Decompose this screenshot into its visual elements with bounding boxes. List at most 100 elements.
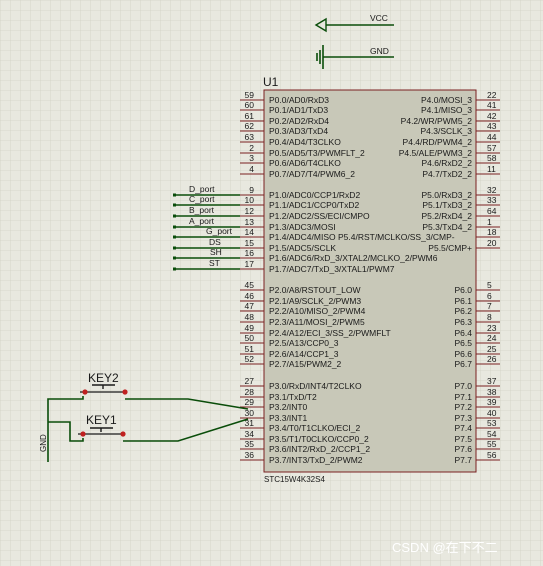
net-label-text: SH: [210, 247, 222, 257]
pin-name: P0.5/AD5/T3/PWMFLT_2: [269, 148, 365, 158]
pin-number: 29: [245, 397, 255, 407]
pin-number: 61: [245, 111, 255, 121]
pin-number: 58: [487, 153, 497, 163]
pin-name: P1.5/ADC5/SCLK: [269, 243, 336, 253]
pin-name: P1.3/ADC3/MOSI: [269, 222, 336, 232]
pin-name: P7.6: [455, 444, 473, 454]
chip-ref: U1: [263, 75, 279, 89]
pin-number: 13: [245, 217, 255, 227]
pin-name: P6.5: [455, 338, 473, 348]
gnd-label: GND: [370, 46, 389, 56]
pin-name: P0.1/AD1/TxD3: [269, 105, 328, 115]
pin-number: 23: [487, 323, 497, 333]
pin-number: 3: [249, 153, 254, 163]
pin-number: 32: [487, 185, 497, 195]
pin-name: P7.1: [455, 392, 473, 402]
pin-number: 63: [245, 132, 255, 142]
pin-number: 8: [487, 312, 492, 322]
pin-number: 36: [245, 450, 255, 460]
pin-name: P0.6/AD6/T4CLKO: [269, 158, 341, 168]
pin-number: 37: [487, 376, 497, 386]
net-label-text: DS: [209, 237, 221, 247]
pin-name: P4.6/RxD2_2: [421, 158, 472, 168]
net-terminal: [173, 225, 176, 229]
pin-number: 11: [487, 164, 496, 174]
pin-number: 44: [487, 132, 497, 142]
pin-number: 17: [245, 259, 255, 269]
net-label-text: D_port: [189, 184, 215, 194]
pin-number: 47: [245, 301, 255, 311]
pin-name: P3.0/RxD/INT4/T2CLKO: [269, 381, 362, 391]
pin-number: 28: [245, 387, 255, 397]
net-terminal: [173, 193, 176, 197]
net-label-text: G_port: [206, 226, 233, 236]
pin-name: P1.1/ADC1/CCP0/TxD2: [269, 200, 359, 210]
pin-name: P1.6/ADC6/RxD_3/XTAL2/MCLKO_2/PWM6: [269, 253, 438, 263]
pin-name: P3.3/INT1: [269, 413, 308, 423]
pin-name: P5.0/RxD3_2: [421, 190, 472, 200]
pin-name: P7.0: [455, 381, 473, 391]
pin-number: 30: [245, 408, 255, 418]
pin-name: P0.0/AD0/RxD3: [269, 95, 329, 105]
pin-name: P1.7/ADC7/TxD_3/XTAL1/PWM7: [269, 264, 395, 274]
pin-number: 52: [245, 354, 255, 364]
pin-number: 41: [487, 100, 497, 110]
net-terminal: [173, 256, 176, 260]
pin-name: P2.3/A11/MOSI_2/PWM5: [269, 317, 365, 327]
pin-number: 34: [245, 429, 255, 439]
pin-name: P4.7/TxD2_2: [422, 169, 472, 179]
pin-number: 18: [487, 227, 497, 237]
pin-name: P2.6/A14/CCP1_3: [269, 349, 339, 359]
pin-name: P5.5/CMP+: [428, 243, 472, 253]
pin-number: 57: [487, 143, 497, 153]
pin-name: P7.3: [455, 413, 473, 423]
net-label-text: B_port: [189, 205, 215, 215]
pin-name: P2.2/A10/MISO_2/PWM4: [269, 306, 366, 316]
net-terminal: [173, 235, 176, 239]
pin-name: P2.4/A12/ECI_3/SS_2/PWMFLT: [269, 328, 391, 338]
pin-name: P0.4/AD4/T3CLKO: [269, 137, 341, 147]
pin-number: 55: [487, 439, 497, 449]
pin-name: P3.5/T1/T0CLKO/CCP0_2: [269, 434, 369, 444]
pin-number: 43: [487, 121, 497, 131]
pin-number: 1: [487, 217, 492, 227]
net-label-text: C_port: [189, 194, 215, 204]
pin-name: P4.1/MISO_3: [421, 105, 472, 115]
pin-number: 15: [245, 238, 255, 248]
watermark: CSDN @在下不二: [392, 540, 498, 555]
pin-number: 10: [245, 195, 255, 205]
pin-name: P1.2/ADC2/SS/ECI/CMPO: [269, 211, 370, 221]
pin-name: P6.4: [455, 328, 473, 338]
net-terminal: [173, 246, 176, 250]
pin-number: 48: [245, 312, 255, 322]
pin-number: 53: [487, 418, 497, 428]
pin-name: P2.0/A8/RSTOUT_LOW: [269, 285, 360, 295]
pin-name: P3.2/INT0: [269, 402, 308, 412]
pin-number: 7: [487, 301, 492, 311]
pin-number: 35: [245, 439, 255, 449]
pin-number: 51: [245, 344, 255, 354]
pin-number: 42: [487, 111, 497, 121]
pin-number: 46: [245, 291, 255, 301]
pin-name: P1.4/ADC4/MISO P5.4/RST/MCLKO/SS_3/CMP-: [269, 232, 455, 242]
pin-name: P3.4/T0/T1CLKO/ECI_2: [269, 423, 360, 433]
pin-name: P6.1: [455, 296, 473, 306]
pin-number: 62: [245, 121, 255, 131]
pin-number: 26: [487, 354, 497, 364]
pin-name: P5.2/RxD4_2: [421, 211, 472, 221]
pin-name: P4.4/RD/PWM4_2: [403, 137, 473, 147]
pin-name: P7.2: [455, 402, 473, 412]
pin-name: P6.6: [455, 349, 473, 359]
schematic-canvas: VCC GND U1 STC15W4K32S4 59 P0.0/AD0/RxD36…: [0, 0, 543, 566]
pin-number: 25: [487, 344, 497, 354]
pin-name: P5.3/TxD4_2: [422, 222, 472, 232]
pin-name: P2.7/A15/PWM2_2: [269, 359, 342, 369]
net-terminal: [173, 267, 176, 271]
pin-number: 27: [245, 376, 255, 386]
pin-name: P0.2/AD2/RxD4: [269, 116, 329, 126]
net-label-text: A_port: [189, 216, 215, 226]
pin-name: P2.1/A9/SCLK_2/PWM3: [269, 296, 361, 306]
pin-name: P6.7: [455, 359, 473, 369]
pin-number: 39: [487, 397, 497, 407]
pin-name: P7.7: [455, 455, 473, 465]
